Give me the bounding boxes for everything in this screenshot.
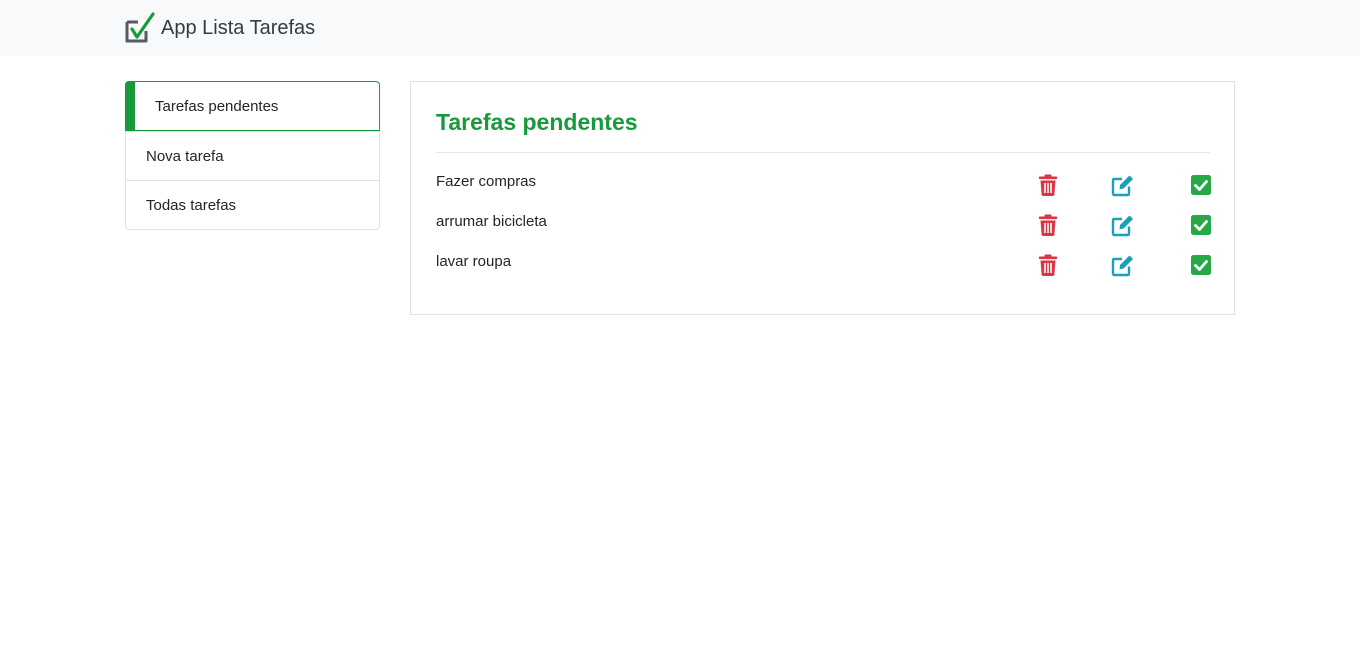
check-square-icon[interactable] bbox=[1189, 253, 1213, 277]
task-name: lavar roupa bbox=[436, 253, 512, 270]
task-row: arrumar bicicleta bbox=[436, 213, 1213, 241]
page-title: Tarefas pendentes bbox=[436, 109, 638, 135]
trash-icon[interactable] bbox=[1036, 173, 1060, 197]
sidebar-item-label: Nova tarefa bbox=[146, 147, 224, 165]
edit-icon[interactable] bbox=[1111, 213, 1135, 237]
navbar: App Lista Tarefas bbox=[0, 0, 1360, 56]
sidebar-item-label: Todas tarefas bbox=[146, 196, 237, 214]
sidebar-item-label: Tarefas pendentes bbox=[155, 97, 279, 115]
brand-link[interactable]: App Lista Tarefas bbox=[124, 11, 315, 45]
sidebar-item-todas-tarefas[interactable]: Todas tarefas bbox=[126, 180, 379, 229]
edit-icon[interactable] bbox=[1111, 173, 1135, 197]
check-square-icon[interactable] bbox=[1189, 173, 1213, 197]
checkbox-check-icon bbox=[124, 12, 156, 44]
task-name: Fazer compras bbox=[436, 173, 537, 190]
trash-icon[interactable] bbox=[1036, 213, 1060, 237]
check-square-icon[interactable] bbox=[1189, 213, 1213, 237]
task-row: lavar roupa bbox=[436, 253, 1213, 281]
edit-icon[interactable] bbox=[1111, 253, 1135, 277]
task-name: arrumar bicicleta bbox=[436, 213, 547, 230]
sidebar-item-nova-tarefa[interactable]: Nova tarefa bbox=[126, 131, 379, 180]
sidebar-item-tarefas-pendentes[interactable]: Tarefas pendentes bbox=[125, 81, 380, 131]
sidebar-menu: Tarefas pendentes Nova tarefa Todas tare… bbox=[125, 81, 380, 230]
divider bbox=[436, 152, 1210, 153]
brand-title: App Lista Tarefas bbox=[161, 16, 316, 39]
task-row: Fazer compras bbox=[436, 173, 1213, 201]
tasks-panel: Tarefas pendentes Fazer compras arrumar … bbox=[410, 81, 1235, 315]
trash-icon[interactable] bbox=[1036, 253, 1060, 277]
